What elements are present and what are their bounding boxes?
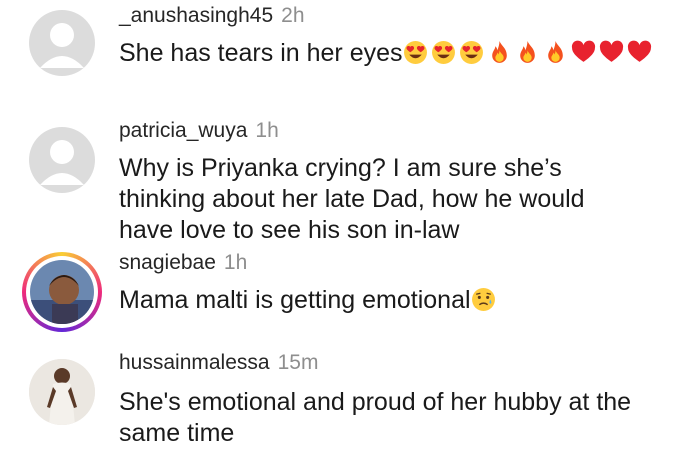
comment-text: Why is Priyanka crying? I am sure she’s … — [119, 154, 585, 244]
comment-item: hussainmalessa 15m She's emotional and pr… — [0, 345, 700, 447]
comment-time: 15m — [277, 351, 319, 374]
heart-eyes-emoji-icon — [431, 40, 456, 65]
red-heart-emoji-icon — [571, 40, 596, 65]
comment-time: 1h — [255, 119, 279, 142]
comment-item: _anushasingh45 2h She has tears in her ey… — [0, 0, 700, 110]
heart-eyes-emoji-icon — [459, 40, 484, 65]
red-heart-emoji-icon — [627, 40, 652, 65]
comment-item: patricia_wuya 1h Why is Priyanka crying? … — [0, 110, 700, 250]
comment-username[interactable]: snagiebae — [119, 251, 216, 274]
comment-text: She's emotional and proud of her hubby a… — [119, 388, 632, 447]
heart-eyes-emoji-icon — [403, 40, 428, 65]
fire-emoji-icon — [515, 40, 540, 65]
profile-photo-icon — [30, 260, 94, 324]
comment-username[interactable]: patricia_wuya — [119, 119, 247, 142]
comment-emojis — [403, 39, 655, 67]
profile-photo-icon[interactable] — [29, 359, 95, 425]
comment-username[interactable]: hussainmalessa — [119, 351, 270, 374]
comment-emojis — [471, 286, 499, 314]
comment-username[interactable]: _anushasingh45 — [119, 4, 273, 27]
disappointed-relieved-emoji-icon — [471, 287, 496, 312]
comment-time: 1h — [223, 251, 248, 274]
default-avatar-icon[interactable] — [29, 10, 95, 76]
comment-item: snagiebae 1h Mama malti is getting emotio… — [0, 245, 700, 345]
red-heart-emoji-icon — [599, 40, 624, 65]
comment-text: Mama malti is getting emotional — [119, 286, 471, 314]
comment-text: She has tears in her eyes — [119, 39, 403, 67]
story-ring-avatar[interactable] — [22, 252, 102, 332]
default-avatar-icon[interactable] — [29, 127, 95, 193]
fire-emoji-icon — [543, 40, 568, 65]
fire-emoji-icon — [487, 40, 512, 65]
comment-time: 2h — [281, 4, 305, 27]
comment-text-block: She has tears in her eyes — [119, 38, 679, 69]
